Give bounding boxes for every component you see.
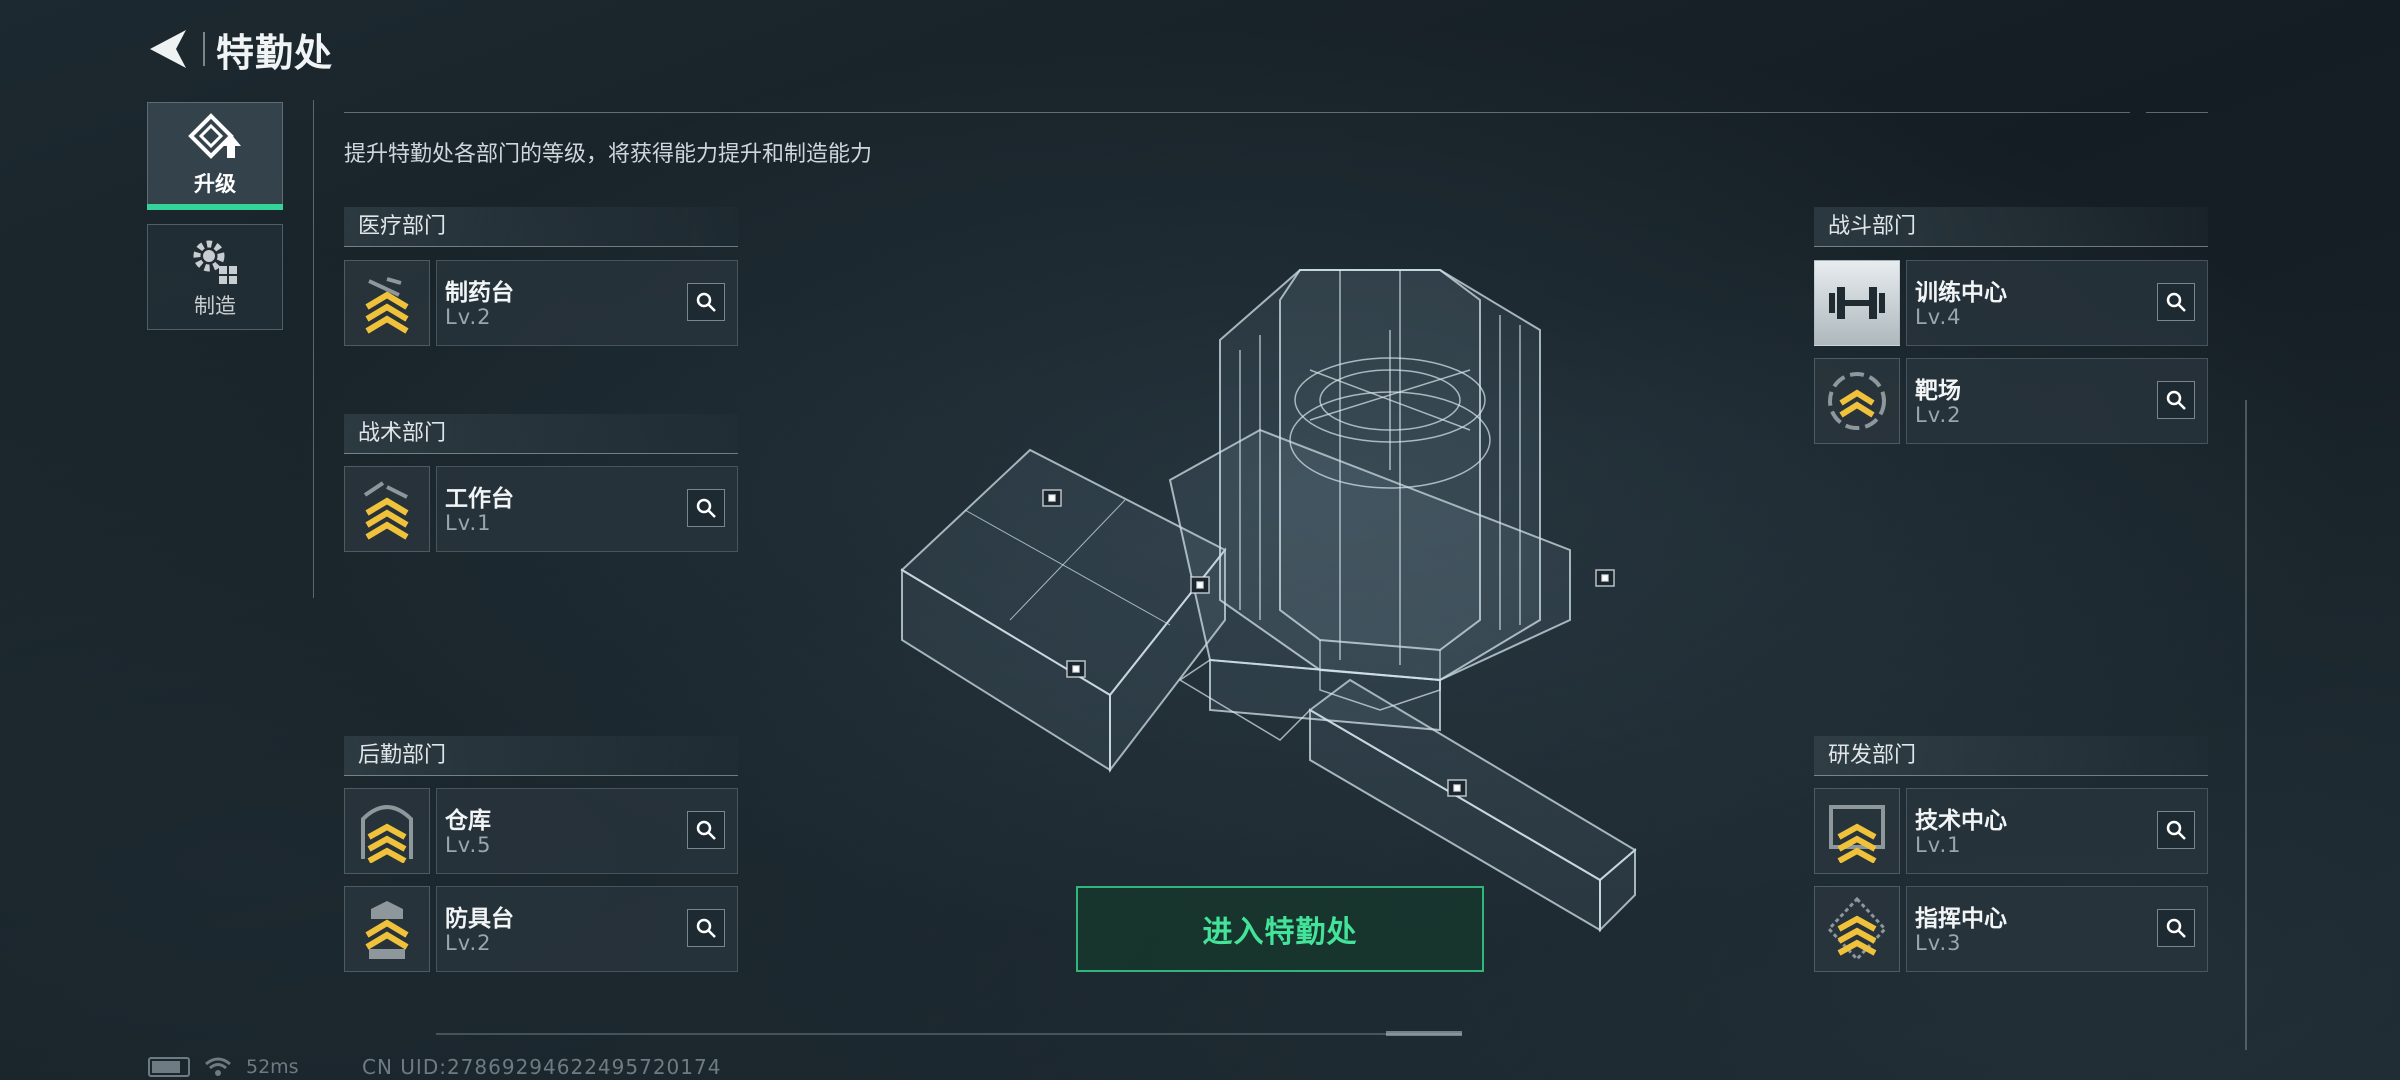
search-icon[interactable] [2157,283,2195,321]
horizontal-scroll-track[interactable] [436,1033,1462,1035]
header-divider [203,32,205,66]
battery-icon [148,1057,190,1077]
search-icon[interactable] [687,283,725,321]
back-arrow-icon [150,30,186,68]
vertical-scroll-track[interactable] [2245,400,2247,1050]
enter-button-label: 进入特勤处 [1202,915,1358,950]
base-wireframe-model[interactable] [880,240,1680,940]
pharmacy-chevrons-icon [344,260,430,346]
enter-special-ops-button[interactable]: 进入特勤处 [1076,886,1484,972]
facility-name: 技术中心 [1915,808,2007,834]
tech-chevrons-icon [1814,788,1900,874]
search-icon[interactable] [2157,909,2195,947]
facility-level: Lv.4 [1915,305,1962,329]
armor-bench-chevrons-icon [344,886,430,972]
workbench-chevrons-icon [344,466,430,552]
back-button[interactable] [146,24,192,74]
search-icon[interactable] [687,489,725,527]
facility-level: Lv.2 [445,305,492,329]
status-bar: 52ms [148,1056,299,1078]
search-icon[interactable] [687,811,725,849]
gear-icon [193,240,237,284]
facility-name: 训练中心 [1915,280,2007,306]
target-chevrons-icon [1814,358,1900,444]
facility-name: 指挥中心 [1915,906,2007,932]
wifi-icon [205,1057,231,1076]
ping-text: 52ms [246,1056,299,1078]
command-chevrons-icon [1814,886,1900,972]
facility-level: Lv.1 [445,511,492,535]
facility-level: Lv.2 [1915,403,1962,427]
uid-text: CN UID:278692946224957201​74 [362,1055,722,1079]
facility-name: 工作台 [445,486,514,512]
tab-upgrade[interactable]: 升级 [147,102,283,208]
dept-title-tactical: 战术部门 [344,414,738,454]
dept-title-research: 研发部门 [1814,736,2208,776]
dept-title-medical: 医疗部门 [344,207,738,247]
tab-active-indicator [147,204,283,210]
facility-workbench[interactable]: 工作台 Lv.1 [344,466,738,552]
facility-name: 仓库 [445,808,491,834]
facility-name: 制药台 [445,280,514,306]
warehouse-chevrons-icon [344,788,430,874]
facility-warehouse[interactable]: 仓库 Lv.5 [344,788,738,874]
dept-title-combat: 战斗部门 [1814,207,2208,247]
sidebar-divider [313,100,314,598]
facility-training-center[interactable]: 训练中心 Lv.4 [1814,260,2208,346]
horizontal-scroll-thumb[interactable] [1386,1031,1462,1036]
tab-craft[interactable]: 制造 [147,224,283,330]
dept-title-logistics: 后勤部门 [344,736,738,776]
page-title: 特勤处 [216,31,334,75]
search-icon[interactable] [687,909,725,947]
upgrade-icon [188,113,241,159]
facility-level: Lv.3 [1915,931,1962,955]
facility-tech-center[interactable]: 技术中心 Lv.1 [1814,788,2208,874]
facility-pharmacy[interactable]: 制药台 Lv.2 [344,260,738,346]
facility-armor-bench[interactable]: 防具台 Lv.2 [344,886,738,972]
top-divider-end [2146,112,2208,113]
facility-level: Lv.1 [1915,833,1962,857]
search-icon[interactable] [2157,811,2195,849]
facility-name: 防具台 [445,906,514,932]
tab-craft-label: 制造 [194,294,236,318]
facility-level: Lv.5 [445,833,492,857]
search-icon[interactable] [2157,381,2195,419]
description-text: 提升特勤处各部门的等级，将获得能力提升和制造能力 [344,142,873,167]
facility-level: Lv.2 [445,931,492,955]
facility-name: 靶场 [1915,378,1961,404]
tab-upgrade-label: 升级 [194,172,236,196]
top-divider [344,112,2130,113]
dumbbell-icon [1814,260,1900,346]
facility-shooting-range[interactable]: 靶场 Lv.2 [1814,358,2208,444]
facility-command-center[interactable]: 指挥中心 Lv.3 [1814,886,2208,972]
